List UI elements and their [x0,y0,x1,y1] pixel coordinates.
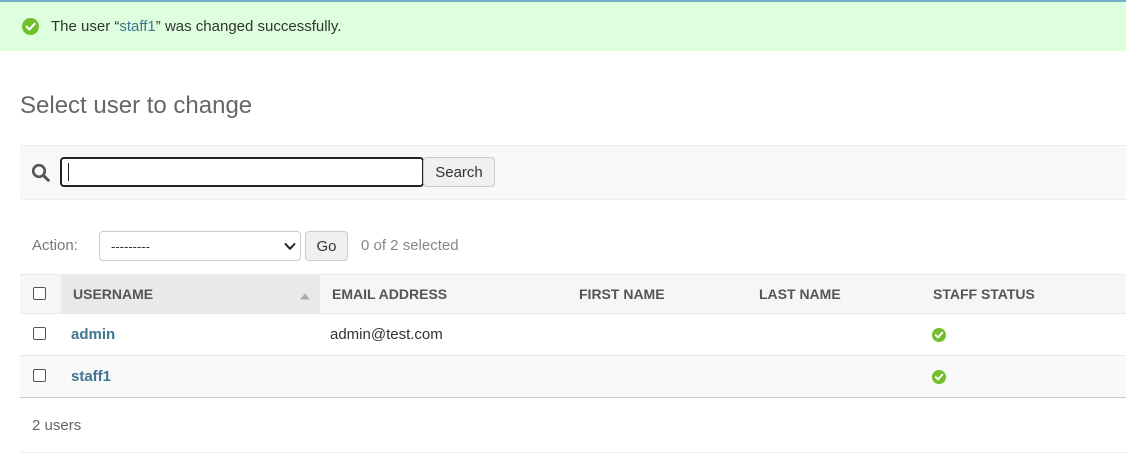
table-row: staff1 [20,356,1126,398]
column-header-username[interactable]: Username [73,275,153,313]
actions-bar: Action: --------- Go 0 of 2 selected [0,230,1126,262]
username-link[interactable]: admin [71,326,115,343]
select-all-checkbox[interactable] [33,287,46,300]
selection-counter: 0 of 2 selected [361,237,459,254]
search-icon [31,163,50,182]
search-toolbar: Search [20,145,1126,200]
table-header: Username Email address First name Last n… [20,274,1126,314]
success-message-text: The user “staff1” was changed successful… [51,18,341,36]
action-selected-option: --------- [111,239,150,254]
table-row: admin admin@test.com [20,314,1126,356]
action-select[interactable]: --------- [99,231,301,261]
paginator: 2 users [20,400,1126,453]
column-header-last-name[interactable]: Last name [759,275,841,313]
row-checkbox[interactable] [33,327,46,340]
column-header-email[interactable]: Email address [332,275,447,313]
sort-ascending-icon[interactable] [299,292,311,300]
message-suffix: ” was changed successfully. [155,18,342,35]
column-header-staff-status[interactable]: Staff status [933,275,1035,313]
page-title: Select user to change [20,92,253,119]
row-checkbox[interactable] [33,369,46,382]
message-prefix: The user “ [51,18,120,35]
changed-user-link[interactable]: staff1 [119,18,155,35]
text-cursor [68,163,69,181]
search-input[interactable] [60,157,424,187]
go-button[interactable]: Go [305,231,348,261]
success-message: The user “staff1” was changed successful… [0,2,1126,51]
success-check-icon [22,18,39,35]
username-link[interactable]: staff1 [71,368,111,385]
column-header-first-name[interactable]: First name [579,275,665,313]
yes-check-icon [932,328,946,342]
result-count: 2 users [32,417,82,434]
chevron-down-icon [284,243,296,250]
action-label: Action: [32,237,78,254]
email-cell: admin@test.com [330,326,443,343]
search-button[interactable]: Search [423,157,495,187]
yes-check-icon [932,370,946,384]
